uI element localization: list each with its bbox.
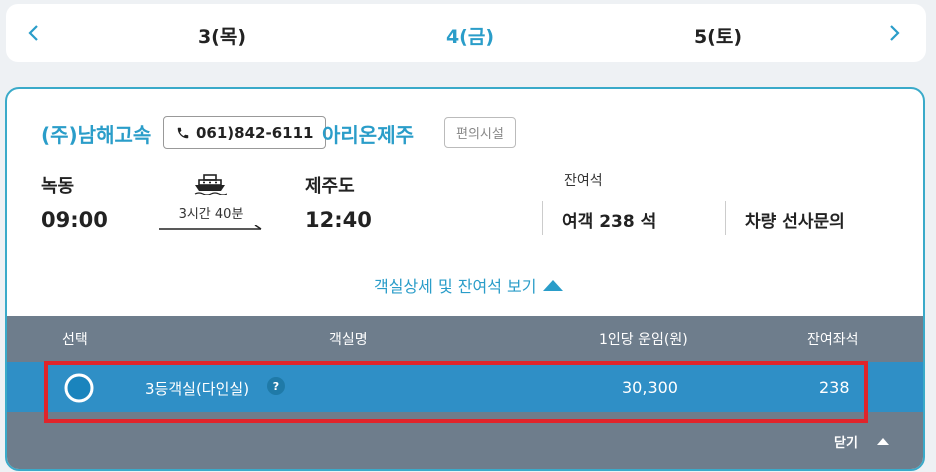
trip-duration: 3시간 40분 xyxy=(178,207,244,222)
date-tab-current[interactable]: 4(금) xyxy=(410,22,530,49)
header-select: 선택 xyxy=(62,332,88,348)
cabin-name: 3등객실(다인실) xyxy=(145,380,250,398)
arrival-time: 12:40 xyxy=(305,208,372,232)
departure-port: 녹동 xyxy=(41,176,75,197)
ship-name: 아리온제주 xyxy=(322,123,414,147)
facility-button[interactable]: 편의시설 xyxy=(444,117,516,148)
departure-time: 09:00 xyxy=(41,208,108,232)
divider xyxy=(725,201,726,235)
cabin-fare: 30,300 xyxy=(622,378,678,397)
date-tab-prev[interactable]: 3(목) xyxy=(162,22,282,49)
cabin-detail-toggle-label: 객실상세 및 잔여석 보기 xyxy=(374,277,537,296)
cabin-table: 선택 객실명 1인당 운임(원) 잔여좌석 3등객실(다인실) ? 30,300… xyxy=(7,316,923,469)
close-label: 닫기 xyxy=(834,436,858,451)
chevron-left-icon[interactable] xyxy=(22,21,46,45)
date-tab-next[interactable]: 5(토) xyxy=(658,22,778,49)
triangle-up-icon xyxy=(876,438,889,445)
header-cabin-name: 객실명 xyxy=(329,332,368,348)
cabin-detail-toggle[interactable]: 객실상세 및 잔여석 보기 xyxy=(374,273,564,297)
remaining-passenger-seats: 여객 238 석 xyxy=(562,212,657,232)
header-remaining-seats: 잔여좌석 xyxy=(807,332,859,348)
phone-button[interactable]: 061)842-6111 xyxy=(163,116,327,149)
radio-button[interactable] xyxy=(64,373,94,403)
remaining-vehicle-seats: 차량 선사문의 xyxy=(745,212,845,232)
operator-name: (주)남해고속 xyxy=(41,123,152,147)
phone-icon xyxy=(177,127,189,138)
header-fare: 1인당 운임(원) xyxy=(599,332,688,348)
table-row[interactable]: 3등객실(다인실) ? 30,300 238 xyxy=(7,362,923,412)
duration-arrow-icon xyxy=(159,225,262,230)
ferry-icon xyxy=(194,174,227,195)
arrival-port: 제주도 xyxy=(305,176,355,197)
phone-number: 061)842-6111 xyxy=(196,123,314,142)
route-card: (주)남해고속 061)842-6111 아리온제주 편의시설 녹동 09:00… xyxy=(5,87,925,471)
close-button[interactable]: 닫기 xyxy=(834,432,890,451)
date-navigation: 3(목) 4(금) 5(토) xyxy=(6,4,926,62)
remaining-seats-label: 잔여석 xyxy=(564,173,603,189)
chevron-right-icon[interactable] xyxy=(882,21,906,45)
triangle-up-icon xyxy=(543,280,564,291)
help-icon[interactable]: ? xyxy=(267,377,285,395)
cabin-remaining-seats: 238 xyxy=(819,378,850,397)
divider xyxy=(542,201,543,235)
